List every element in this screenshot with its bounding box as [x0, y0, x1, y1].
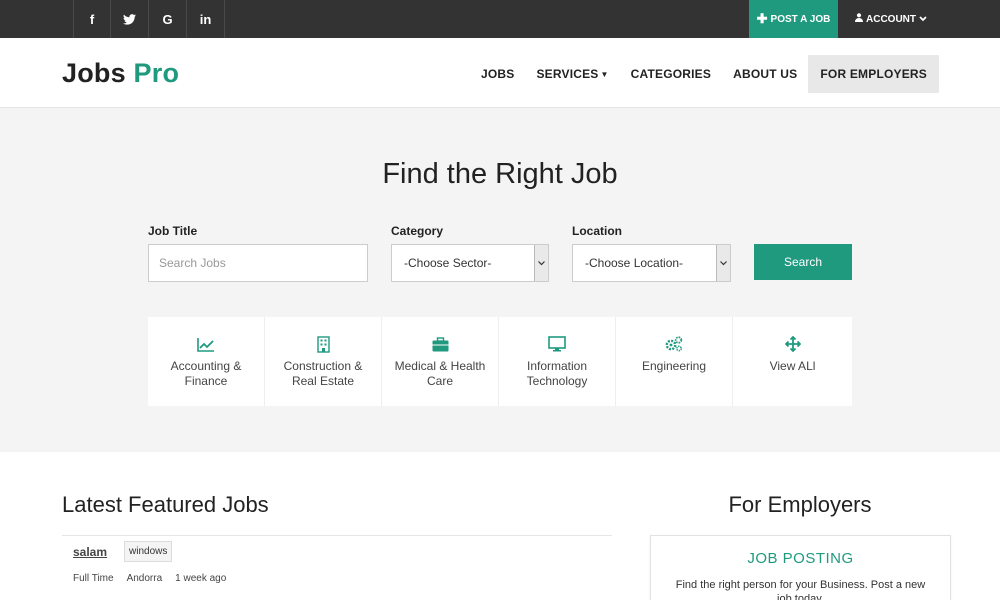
- post-job-button[interactable]: ✚ POST A JOB: [749, 0, 838, 38]
- latest-jobs-title: Latest Featured Jobs: [62, 492, 269, 517]
- employers-title: For Employers: [728, 492, 872, 517]
- nav-services-label: SERVICES: [536, 67, 599, 81]
- category-selected: -Choose Sector-: [404, 256, 492, 270]
- logo-accent: Pro: [133, 58, 180, 88]
- category-label: Category: [391, 224, 444, 238]
- job-type: Full Time: [73, 573, 114, 584]
- hero-title: Find the Right Job: [382, 158, 618, 190]
- move-arrows-icon: [783, 335, 803, 353]
- job-title-label: Job Title: [148, 224, 198, 238]
- chart-line-icon: [196, 335, 216, 353]
- gears-icon: [664, 335, 684, 353]
- post-job-label: POST A JOB: [770, 13, 831, 25]
- select-arrow-icon: [534, 245, 548, 281]
- job-location: Andorra: [126, 573, 163, 584]
- category-tile[interactable]: View ALl: [733, 317, 852, 406]
- category-tiles: Accounting & Finance Construction & Real…: [148, 317, 852, 406]
- social-links: f G in: [73, 0, 225, 38]
- category-tile[interactable]: Engineering: [616, 317, 733, 406]
- job-posted: 1 week ago: [175, 573, 227, 584]
- category-tile[interactable]: Construction & Real Estate: [265, 317, 382, 406]
- location-label: Location: [572, 224, 622, 238]
- category-tile[interactable]: Information Technology: [499, 317, 616, 406]
- logo[interactable]: Jobs Pro: [62, 58, 179, 89]
- nav-jobs[interactable]: JOBS: [470, 55, 525, 93]
- chevron-down-icon: [919, 14, 927, 24]
- plus-icon: ✚: [756, 11, 768, 26]
- linkedin-icon[interactable]: in: [187, 0, 225, 38]
- job-meta: Full Time Andorra 1 week ago: [73, 573, 239, 584]
- monitor-icon: [547, 335, 567, 353]
- top-bar: f G in ✚ POST A JOB ACCOUNT: [0, 0, 1000, 38]
- location-selected: -Choose Location-: [585, 256, 684, 270]
- account-menu[interactable]: ACCOUNT: [846, 0, 936, 38]
- divider: [62, 535, 612, 536]
- category-name: Medical & Health Care: [394, 359, 486, 388]
- job-title-placeholder: Search Jobs: [159, 256, 226, 270]
- building-icon: [313, 335, 333, 353]
- category-name: View ALl: [769, 359, 816, 373]
- main-nav: JOBS SERVICES ▼ CATEGORIES ABOUT US FOR …: [470, 55, 939, 93]
- category-name: Information Technology: [526, 359, 588, 388]
- location-select[interactable]: -Choose Location-: [572, 244, 731, 282]
- category-name: Accounting & Finance: [170, 359, 242, 388]
- job-title-link[interactable]: salam: [73, 545, 107, 559]
- google-icon[interactable]: G: [149, 0, 187, 38]
- job-title-input[interactable]: Search Jobs: [148, 244, 368, 282]
- category-select[interactable]: -Choose Sector-: [391, 244, 549, 282]
- site-header: Jobs Pro JOBS SERVICES ▼ CATEGORIES ABOU…: [0, 38, 1000, 108]
- briefcase-icon: [430, 335, 450, 353]
- nav-categories[interactable]: CATEGORIES: [620, 55, 722, 93]
- job-posting-text: Find the right person for your Business.…: [675, 579, 926, 600]
- job-posting-card[interactable]: JOB POSTING Find the right person for yo…: [650, 535, 951, 600]
- hero-search-section: Find the Right Job Job Title Search Jobs…: [0, 108, 1000, 452]
- twitter-icon[interactable]: [111, 0, 149, 38]
- job-posting-heading: JOB POSTING: [747, 550, 854, 567]
- job-tag[interactable]: windows: [124, 541, 173, 562]
- user-icon: [855, 13, 863, 25]
- nav-services[interactable]: SERVICES ▼: [525, 55, 619, 93]
- caret-down-icon: ▼: [600, 69, 609, 79]
- select-arrow-icon: [716, 245, 730, 281]
- account-label: ACCOUNT: [866, 13, 916, 25]
- facebook-icon[interactable]: f: [73, 0, 111, 38]
- category-name: Engineering: [641, 359, 707, 373]
- category-name: Construction & Real Estate: [283, 359, 363, 388]
- nav-about[interactable]: ABOUT US: [722, 55, 808, 93]
- nav-for-employers[interactable]: FOR EMPLOYERS: [808, 55, 939, 93]
- category-tile[interactable]: Accounting & Finance: [148, 317, 265, 406]
- logo-main: Jobs: [62, 58, 126, 88]
- category-tile[interactable]: Medical & Health Care: [382, 317, 499, 406]
- search-button[interactable]: Search: [754, 244, 852, 280]
